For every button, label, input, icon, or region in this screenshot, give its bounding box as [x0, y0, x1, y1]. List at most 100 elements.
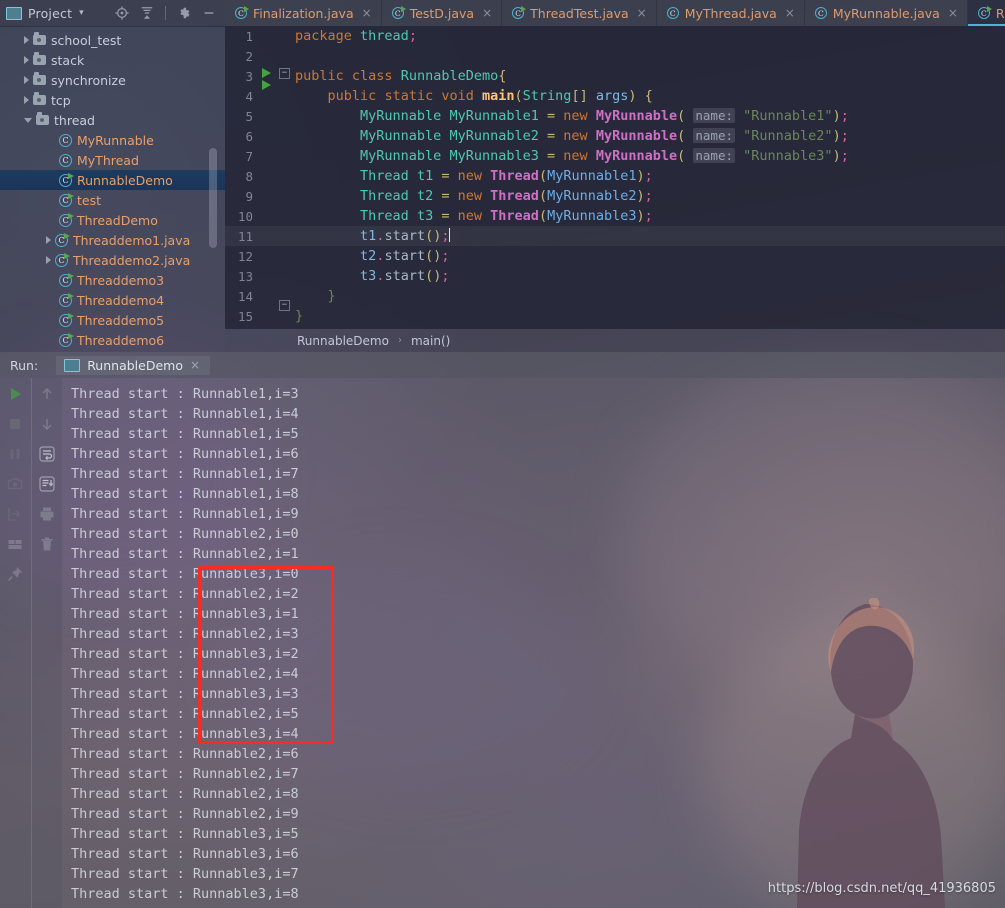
code-line[interactable]: 13 t3.start();: [225, 266, 1005, 286]
tree-item[interactable]: C Threaddemo4: [0, 290, 225, 310]
chevron-right-icon[interactable]: [46, 236, 51, 244]
pin-icon[interactable]: [7, 566, 23, 582]
code-line[interactable]: 14 − }: [225, 286, 1005, 311]
parameter-hint: name:: [693, 108, 736, 123]
pause-icon[interactable]: [7, 446, 23, 462]
breadcrumb-item-method[interactable]: main(): [411, 334, 450, 348]
tree-item[interactable]: C MyRunnable: [0, 130, 225, 150]
runnable-class-icon: C: [59, 272, 74, 287]
stop-icon[interactable]: [7, 416, 23, 432]
up-arrow-icon[interactable]: [39, 386, 55, 402]
close-icon[interactable]: ×: [785, 6, 795, 20]
code-line-current[interactable]: 11 t1.start();: [225, 226, 1005, 246]
locate-icon[interactable]: [115, 6, 129, 20]
tree-item-label: stack: [51, 52, 85, 68]
project-tree-scrollbar[interactable]: [209, 148, 217, 248]
tree-item[interactable]: stack: [0, 50, 225, 70]
console-line: Thread start : Runnable1,i=6: [71, 446, 299, 462]
run-configuration-tab[interactable]: RunnableDemo ×: [56, 355, 211, 375]
editor-tab-bar[interactable]: C Finalization.java × C TestD.java × C ThreadTe…: [225, 0, 1005, 26]
editor-tab[interactable]: C Finalization.java ×: [225, 0, 382, 26]
down-arrow-icon[interactable]: [39, 416, 55, 432]
tree-item[interactable]: thread: [0, 110, 225, 130]
tree-item[interactable]: C ThreadDemo: [0, 210, 225, 230]
code-line[interactable]: 3 public class RunnableDemo{: [225, 66, 1005, 90]
editor-tab[interactable]: C MyRunnable.java ×: [805, 0, 968, 26]
code-line[interactable]: 12 t2.start();: [225, 246, 1005, 266]
console-line: Thread start : Runnable1,i=5: [71, 426, 299, 442]
code-line[interactable]: 7 MyRunnable MyRunnable3 = new MyRunnabl…: [225, 146, 1005, 166]
folder-icon: [33, 92, 46, 105]
chevron-right-icon[interactable]: [46, 256, 51, 264]
code-line[interactable]: 6 MyRunnable MyRunnable2 = new MyRunnabl…: [225, 126, 1005, 146]
chevron-down-icon[interactable]: [24, 117, 32, 123]
tree-item-label: Threaddemo5: [77, 312, 165, 328]
run-toolbar[interactable]: [0, 378, 62, 908]
chevron-right-icon[interactable]: [24, 76, 29, 84]
chevron-right-icon[interactable]: [24, 56, 29, 64]
chevron-right-icon[interactable]: [24, 36, 29, 44]
export-icon[interactable]: [7, 506, 23, 522]
tree-item[interactable]: C RunnableDemo: [0, 170, 225, 190]
scroll-to-end-icon[interactable]: [39, 476, 55, 492]
close-icon[interactable]: ×: [637, 6, 647, 20]
code-text: MyRunnable MyRunnable3 = new MyRunnable(…: [360, 148, 849, 164]
tree-item[interactable]: C Threaddemo6: [0, 330, 225, 350]
tree-item[interactable]: C MyThread: [0, 150, 225, 170]
editor-tab[interactable]: C ThreadTest.java ×: [502, 0, 657, 26]
close-icon[interactable]: ×: [948, 6, 958, 20]
tree-item-label: test: [77, 192, 102, 208]
runnable-class-icon: C: [235, 6, 249, 19]
tree-item[interactable]: C Threaddemo5: [0, 310, 225, 330]
code-line[interactable]: 9 Thread t2 = new Thread(MyRunnable2);: [225, 186, 1005, 206]
tree-item[interactable]: tcp: [0, 90, 225, 110]
runnable-class-icon: C: [55, 252, 70, 267]
tree-item[interactable]: C Threaddemo2.java: [0, 250, 225, 270]
collapse-all-icon[interactable]: [140, 6, 154, 20]
tree-item-label: synchronize: [51, 72, 126, 88]
soft-wrap-icon[interactable]: [39, 446, 55, 462]
code-line[interactable]: 5 MyRunnable MyRunnable1 = new MyRunnabl…: [225, 106, 1005, 126]
console-line: Thread start : Runnable3,i=2: [71, 646, 299, 662]
line-number: 4: [245, 88, 253, 104]
tree-item[interactable]: C Threaddemo3: [0, 270, 225, 290]
runnable-class-icon: C: [59, 332, 74, 347]
close-icon[interactable]: ×: [190, 358, 200, 372]
chevron-down-icon[interactable]: ▾: [79, 8, 84, 18]
fold-collapse-icon[interactable]: −: [279, 68, 290, 79]
editor-tab[interactable]: C TestD.java ×: [382, 0, 503, 26]
trash-icon[interactable]: [39, 536, 55, 552]
camera-dump-icon[interactable]: [7, 476, 23, 492]
tree-item[interactable]: C Threaddemo1.java: [0, 230, 225, 250]
tree-item[interactable]: school_test: [0, 30, 225, 50]
code-line[interactable]: 10 Thread t3 = new Thread(MyRunnable3);: [225, 206, 1005, 226]
project-tree[interactable]: school_teststack synchronize tcp thread C MyR…: [0, 27, 225, 350]
console-line: Thread start : Runnable1,i=3: [71, 386, 299, 402]
breadcrumb-item-class[interactable]: RunnableDemo: [297, 334, 389, 348]
print-icon[interactable]: [39, 506, 55, 522]
rerun-play-icon[interactable]: [7, 386, 23, 402]
code-line[interactable]: 4 − public static void main(String[] arg…: [225, 68, 1005, 106]
run-method-icon[interactable]: [262, 68, 271, 78]
code-line[interactable]: 15 }: [225, 306, 1005, 326]
chevron-right-icon[interactable]: [24, 96, 29, 104]
code-line[interactable]: 2: [225, 46, 1005, 66]
layout-icon[interactable]: [7, 536, 23, 552]
close-icon[interactable]: ×: [482, 6, 492, 20]
console-output[interactable]: Thread start : Runnable1,i=3 Thread start…: [62, 378, 1005, 908]
tree-item[interactable]: Ctest: [0, 190, 225, 210]
editor-tab[interactable]: CRunnableDemo.java×: [967, 0, 1005, 26]
line-number: 9: [245, 188, 253, 204]
close-icon[interactable]: ×: [362, 6, 372, 20]
code-line[interactable]: 1 package thread;: [225, 26, 1005, 46]
tree-item-label: tcp: [51, 92, 71, 108]
run-tool-window: Run: RunnableDemo × Thread start: Runna…: [0, 352, 1005, 908]
tree-item[interactable]: synchronize: [0, 70, 225, 90]
minimize-icon[interactable]: [202, 6, 216, 20]
editor-tab[interactable]: C MyThread.java ×: [657, 0, 805, 26]
breadcrumb[interactable]: RunnableDemo › main(): [225, 329, 1005, 352]
settings-gear-icon[interactable]: [177, 6, 191, 20]
code-line[interactable]: 8 Thread t1 = new Thread(MyRunnable1);: [225, 166, 1005, 186]
code-editor[interactable]: 1 package thread; 2 3 public class Runna…: [225, 26, 1005, 329]
line-number: 6: [245, 128, 253, 144]
